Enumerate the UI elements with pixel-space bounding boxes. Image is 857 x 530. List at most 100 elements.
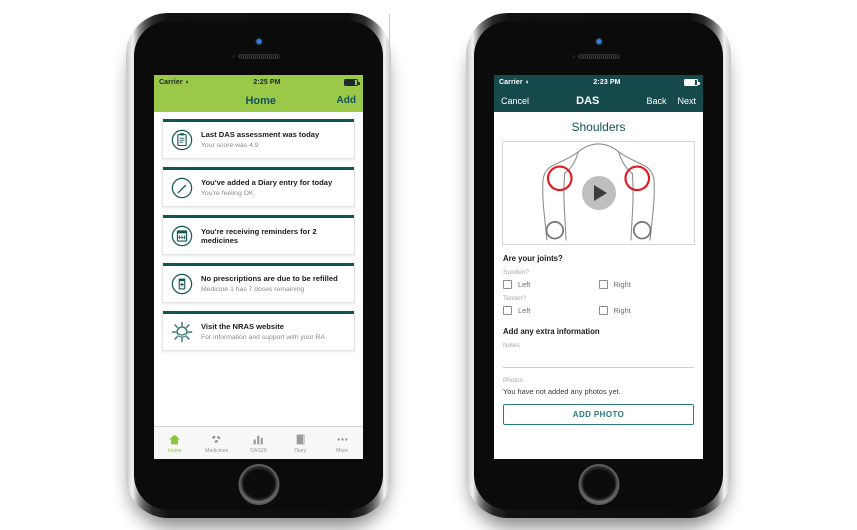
swollen-options-row: Left Right [503, 280, 694, 289]
next-button[interactable]: Next [677, 96, 696, 106]
card-subtitle: You're feeling OK [201, 190, 254, 198]
page-title: Home [245, 94, 277, 107]
home-icon [168, 432, 181, 446]
battery-icon [684, 78, 700, 86]
nras-sunburst-icon [171, 321, 193, 343]
tab-home[interactable]: Home [154, 432, 196, 454]
checkbox-icon[interactable] [503, 306, 512, 315]
proximity-sensor-icon [232, 55, 235, 58]
page-title: DAS [576, 94, 600, 107]
screenshot-stage: Carrier ◐ 2:25 PM Home Add Last DAS asse… [0, 0, 857, 530]
phone-mockup-das: Carrier ◐ 2:23 PM Cancel DAS Back Next S… [466, 13, 731, 518]
carrier-label: Carrier [499, 78, 523, 86]
card-nras-website[interactable]: Visit the NRAS website For information a… [162, 311, 355, 351]
body-diagram[interactable] [502, 141, 695, 245]
section-title-shoulders: Shoulders [494, 112, 703, 141]
swollen-group-label: Swollen? [503, 269, 529, 276]
card-title: Last DAS assessment was today [201, 129, 320, 139]
home-card-list: Last DAS assessment was today Your score… [154, 112, 363, 418]
battery-icon [344, 78, 360, 86]
checkbox-icon[interactable] [598, 306, 608, 315]
card-title: You've added a Diary entry for today [201, 177, 333, 187]
card-diary-entry[interactable]: You've added a Diary entry for today You… [162, 167, 355, 207]
play-icon[interactable] [581, 176, 616, 210]
card-prescriptions[interactable]: No prescriptions are due to be refilled … [162, 263, 355, 303]
earpiece-speaker [237, 54, 280, 59]
joint-form: Are your joints? Swollen? Left Right Ten… [494, 245, 703, 425]
front-camera-icon [256, 39, 261, 44]
card-title: You're receiving reminders for 2 medicin… [201, 226, 317, 245]
body-diagram-wrap [494, 141, 703, 245]
phone-body: Carrier ◐ 2:23 PM Cancel DAS Back Next S… [466, 13, 731, 518]
phone-mockup-home: Carrier ◐ 2:25 PM Home Add Last DAS asse… [126, 13, 391, 518]
tab-medicines[interactable]: Medicines [196, 432, 238, 454]
ellipsis-icon [336, 432, 349, 446]
card-subtitle: Medicine 1 has 7 doses remaining [201, 286, 305, 294]
tab-label: Diary [294, 448, 307, 454]
tab-bar: Home Medicines DAS28 Diary More [154, 426, 363, 459]
nav-bar-home: Home Add [154, 89, 363, 112]
card-title: Visit the NRAS website [201, 321, 284, 331]
swollen-right-option[interactable]: Right [598, 280, 695, 289]
card-medicine-reminders[interactable]: You're receiving reminders for 2 medicin… [162, 215, 355, 255]
option-label: Right [613, 280, 631, 289]
option-label: Left [518, 280, 531, 289]
status-bar: Carrier ◐ 2:23 PM [494, 75, 703, 89]
tender-group-label: Tender? [503, 295, 527, 302]
home-button[interactable] [238, 464, 279, 505]
right-screen: Carrier ◐ 2:23 PM Cancel DAS Back Next S… [494, 75, 703, 459]
photos-empty-text: You have not added any photos yet. [503, 387, 621, 396]
status-time: 2:25 PM [253, 78, 281, 86]
joint-left-shoulder [546, 165, 573, 192]
notes-field[interactable]: Notes [503, 342, 694, 368]
tab-diary[interactable]: Diary [279, 432, 321, 454]
checkbox-icon[interactable] [598, 280, 608, 289]
play-triangle [593, 185, 607, 201]
tab-label: More [336, 448, 348, 454]
tab-label: Medicines [205, 448, 229, 454]
joint-right-elbow [632, 221, 652, 240]
swollen-left-option[interactable]: Left [503, 280, 599, 289]
tender-options-row: Left Right [503, 306, 694, 315]
card-subtitle: Your score was 4.9 [201, 142, 259, 150]
notes-label: Notes [503, 342, 520, 349]
left-screen: Carrier ◐ 2:25 PM Home Add Last DAS asse… [154, 75, 363, 459]
back-button[interactable]: Back [646, 96, 666, 106]
home-button[interactable] [578, 464, 619, 505]
add-button[interactable]: Add [337, 95, 356, 106]
option-label: Left [518, 306, 531, 315]
joint-left-elbow [545, 221, 565, 240]
joint-right-shoulder [624, 165, 651, 192]
option-label: Right [613, 306, 631, 315]
checkbox-icon[interactable] [503, 280, 512, 289]
card-subtitle: For information and support with your RA [201, 334, 325, 342]
book-icon [294, 432, 307, 446]
card-title: No prescriptions are due to be refilled [201, 273, 338, 283]
bar-chart-icon [252, 432, 265, 446]
tab-das28[interactable]: DAS28 [238, 432, 280, 454]
extra-info-title: Add any extra information [503, 327, 600, 336]
earpiece-speaker [577, 54, 620, 59]
photos-label: Photos [503, 377, 523, 384]
front-camera-icon [596, 39, 601, 44]
pill-bottle-icon [171, 273, 193, 295]
pencil-circle-icon [171, 177, 193, 199]
tab-more[interactable]: More [321, 432, 363, 454]
tab-label: DAS28 [250, 448, 267, 454]
carrier-label: Carrier [159, 78, 183, 86]
card-das-assessment[interactable]: Last DAS assessment was today Your score… [162, 119, 355, 159]
tender-right-option[interactable]: Right [598, 306, 695, 315]
proximity-sensor-icon [572, 55, 575, 58]
nav-bar-das: Cancel DAS Back Next [494, 89, 703, 112]
status-time: 2:23 PM [593, 78, 621, 86]
joints-question-label: Are your joints? [503, 254, 563, 263]
cancel-button[interactable]: Cancel [501, 96, 529, 106]
calendar-icon [171, 225, 193, 247]
status-bar: Carrier ◐ 2:25 PM [154, 75, 363, 89]
phone-body: Carrier ◐ 2:25 PM Home Add Last DAS asse… [126, 13, 391, 518]
add-photo-button[interactable]: ADD PHOTO [503, 404, 694, 425]
tab-label: Home [167, 448, 182, 454]
clipboard-icon [171, 129, 193, 151]
tender-left-option[interactable]: Left [503, 306, 599, 315]
pills-icon [210, 432, 223, 446]
